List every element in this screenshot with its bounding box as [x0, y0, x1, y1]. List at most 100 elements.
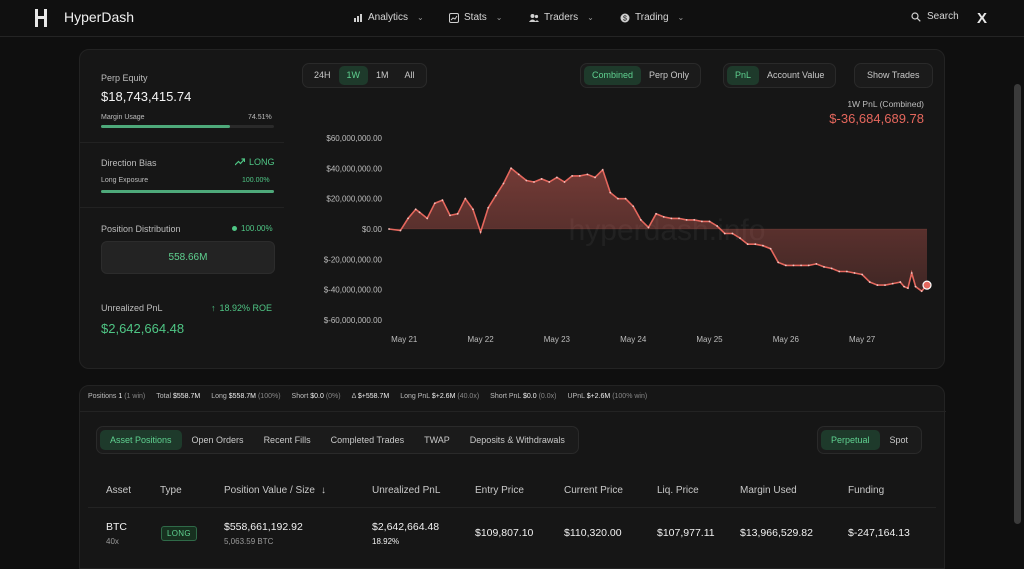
pnl-point: [907, 287, 909, 290]
chevron-down-icon: ⌄: [495, 13, 503, 22]
col-current-price[interactable]: Current Price: [564, 485, 623, 496]
tab-deposits-withdrawals[interactable]: Deposits & Withdrawals: [460, 430, 575, 450]
col-margin-used[interactable]: Margin Used: [740, 485, 797, 496]
pnl-point: [407, 217, 409, 220]
scrollbar-thumb[interactable]: [1014, 84, 1021, 524]
pnl-point: [723, 232, 726, 235]
tab-recent-fills[interactable]: Recent Fills: [254, 430, 321, 450]
nav-trading[interactable]: $ Trading ⌄: [620, 12, 684, 23]
margin-usage-value: 74.51%: [248, 114, 272, 121]
market-tabs: Perpetual Spot: [817, 426, 923, 454]
pnl-point: [571, 175, 574, 177]
chevron-down-icon: ⌄: [417, 13, 424, 22]
sort-down-icon: ↓: [320, 485, 326, 496]
current-value-marker: [922, 280, 932, 290]
pnl-point: [861, 273, 864, 276]
position-distribution-bar[interactable]: 558.66M: [101, 241, 275, 274]
pnl-point: [472, 208, 474, 211]
col-unrealized-pnl[interactable]: Unrealized PnL: [372, 485, 440, 496]
pnl-point: [700, 220, 703, 223]
pnl-point: [876, 284, 879, 287]
x-tick-label: May 22: [467, 335, 494, 344]
pnl-point: [678, 217, 680, 220]
tab-mode-combined[interactable]: Combined: [584, 66, 642, 85]
unrealized-pnl-value: $2,642,664.48: [101, 321, 185, 336]
tab-range-1m[interactable]: 1M: [368, 66, 397, 85]
y-tick-label: $60,000,000.00: [326, 134, 382, 143]
divider: [80, 142, 284, 143]
cell-current-price: $110,320.00: [564, 527, 622, 539]
pnl-point: [685, 219, 688, 221]
col-position-value[interactable]: Position Value / Size ↓: [224, 485, 326, 496]
pnl-point: [418, 211, 421, 214]
divider: [80, 411, 946, 412]
pnl-point: [502, 182, 505, 185]
cell-liq-price: $107,977.11: [657, 527, 715, 539]
divider: [88, 507, 936, 508]
tab-range-all[interactable]: All: [397, 66, 423, 85]
tab-market-perpetual[interactable]: Perpetual: [821, 430, 880, 450]
col-funding[interactable]: Funding: [848, 485, 884, 496]
hyperdash-logo-icon[interactable]: [34, 8, 48, 28]
pnl-point: [784, 264, 787, 267]
pnl-point: [399, 229, 402, 232]
trend-up-icon: [235, 158, 245, 166]
y-tick-label: $-60,000,000.00: [324, 316, 383, 325]
tab-metric-account-value[interactable]: Account Value: [759, 66, 832, 85]
pnl-point: [884, 284, 886, 287]
nav-traders[interactable]: Traders ⌄: [529, 12, 594, 23]
col-liq-price[interactable]: Liq. Price: [657, 485, 699, 496]
cell-entry-price: $109,807.10: [475, 527, 534, 539]
tab-mode-perp-only[interactable]: Perp Only: [641, 66, 697, 85]
pnl-point: [910, 272, 913, 274]
tab-open-orders[interactable]: Open Orders: [182, 430, 254, 450]
dollar-circle-icon: $: [620, 13, 630, 22]
col-type[interactable]: Type: [160, 485, 182, 496]
pnl-point: [868, 281, 871, 283]
nav-trading-label: Trading: [635, 12, 669, 23]
chevron-down-icon: ⌄: [587, 13, 594, 22]
pnl-point: [853, 272, 856, 274]
show-trades-button[interactable]: Show Trades: [854, 63, 933, 88]
pnl-point: [601, 168, 604, 171]
tab-market-spot[interactable]: Spot: [880, 430, 919, 450]
pnl-point: [708, 220, 711, 223]
tab-completed-trades[interactable]: Completed Trades: [321, 430, 415, 450]
pnl-point: [594, 176, 596, 179]
col-entry-price[interactable]: Entry Price: [475, 485, 524, 496]
pnl-point: [494, 194, 497, 197]
cell-funding: $-247,164.13: [848, 527, 910, 539]
pnl-point: [555, 176, 558, 179]
tab-twap[interactable]: TWAP: [414, 430, 460, 450]
pnl-point: [548, 181, 551, 183]
pnl-point: [441, 199, 444, 202]
pnl-point: [563, 181, 566, 183]
arrow-up-icon: ↑: [211, 303, 216, 313]
x-tick-label: May 26: [773, 335, 800, 344]
pnl-point: [426, 217, 429, 220]
tab-range-24h[interactable]: 24H: [306, 66, 339, 85]
search-label: Search: [927, 11, 959, 22]
pnl-chart[interactable]: hyperdash.info$60,000,000.00$40,000,000.…: [307, 128, 937, 348]
tab-asset-positions[interactable]: Asset Positions: [100, 430, 182, 450]
pnl-point: [746, 243, 749, 246]
brand-name[interactable]: HyperDash: [64, 9, 134, 25]
tab-range-1w[interactable]: 1W: [338, 66, 369, 85]
y-tick-label: $40,000,000.00: [326, 164, 382, 173]
summary-long: Long $558.7M (100%): [211, 393, 281, 400]
direction-bias-value: LONG: [249, 157, 275, 167]
divider: [80, 207, 284, 208]
pnl-point: [540, 178, 543, 180]
pnl-point: [899, 281, 902, 283]
col-asset[interactable]: Asset: [106, 485, 131, 496]
x-social-icon[interactable]: X: [977, 10, 987, 27]
cell-asset[interactable]: BTC: [106, 521, 127, 533]
pnl-point: [639, 219, 642, 221]
nav-stats[interactable]: Stats ⌄: [449, 12, 503, 23]
position-distribution-value: 100.00%: [241, 224, 273, 233]
pnl-point: [487, 206, 490, 209]
top-nav: HyperDash Analytics ⌄ Stats ⌄ Traders ⌄ …: [0, 0, 1024, 37]
tab-metric-pnl[interactable]: PnL: [727, 66, 760, 85]
nav-analytics[interactable]: Analytics ⌄: [353, 12, 424, 23]
search-button[interactable]: Search: [911, 11, 959, 22]
